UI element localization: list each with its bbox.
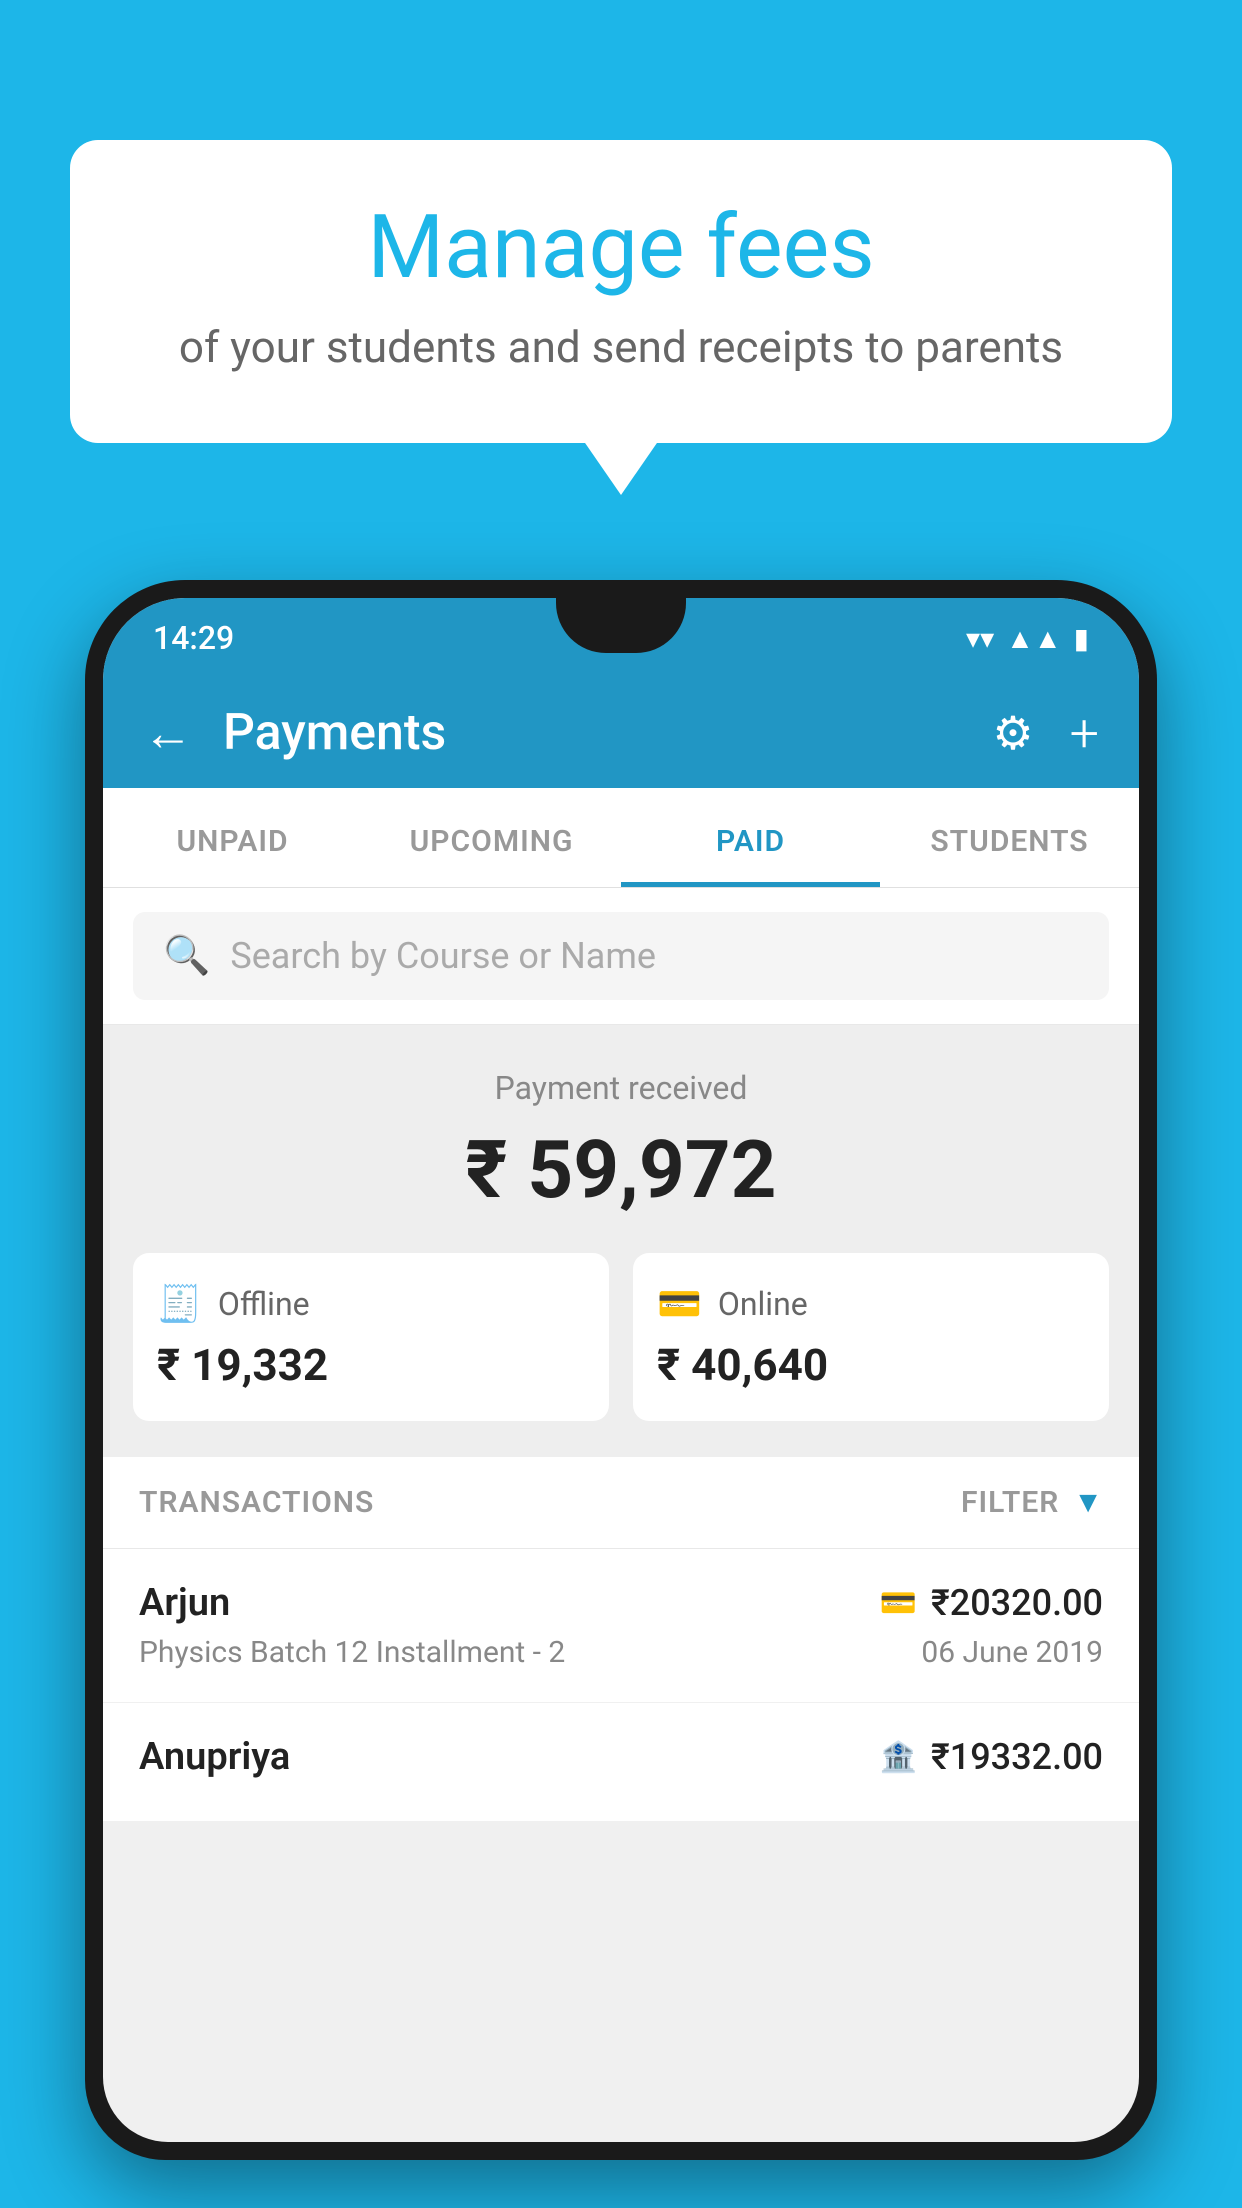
transaction-row-0-top: Arjun 💳 ₹20320.00 — [139, 1581, 1103, 1625]
notch — [556, 598, 686, 653]
search-bar[interactable]: 🔍 Search by Course or Name — [133, 912, 1109, 1000]
search-container: 🔍 Search by Course or Name — [103, 888, 1139, 1025]
transaction-method-icon-1: 🏦 — [880, 1740, 917, 1775]
tab-unpaid[interactable]: UNPAID — [103, 788, 362, 887]
transaction-method-icon-0: 💳 — [880, 1586, 917, 1621]
payment-received-label: Payment received — [133, 1069, 1109, 1107]
bubble-title: Manage fees — [150, 200, 1092, 297]
transaction-amount-0: ₹20320.00 — [931, 1582, 1103, 1624]
offline-icon: 🧾 — [157, 1283, 202, 1325]
online-card: 💳 Online ₹ 40,640 — [633, 1253, 1109, 1421]
filter-icon: ▼ — [1073, 1485, 1103, 1520]
transactions-label: TRANSACTIONS — [139, 1485, 374, 1520]
status-bar: 14:29 ▾▾ ▲▲ ▮ — [103, 598, 1139, 678]
payment-total-amount: ₹ 59,972 — [133, 1123, 1109, 1217]
transaction-amount-area-1: 🏦 ₹19332.00 — [880, 1736, 1103, 1778]
offline-card: 🧾 Offline ₹ 19,332 — [133, 1253, 609, 1421]
add-icon[interactable]: + — [1070, 703, 1099, 764]
transaction-amount-area-0: 💳 ₹20320.00 — [880, 1582, 1103, 1624]
tab-upcoming[interactable]: UPCOMING — [362, 788, 621, 887]
status-icons: ▾▾ ▲▲ ▮ — [966, 622, 1089, 655]
phone-inner: 14:29 ▾▾ ▲▲ ▮ ← Payments ⚙ + — [103, 598, 1139, 2142]
transaction-row-0-bottom: Physics Batch 12 Installment - 2 06 June… — [139, 1635, 1103, 1670]
bubble-subtitle: of your students and send receipts to pa… — [150, 321, 1092, 373]
filter-container[interactable]: FILTER ▼ — [961, 1485, 1103, 1520]
search-icon: 🔍 — [163, 934, 210, 978]
header-left: ← Payments — [143, 704, 446, 763]
payment-summary: Payment received ₹ 59,972 🧾 Offline ₹ 19… — [103, 1025, 1139, 1457]
page-title: Payments — [223, 704, 446, 762]
battery-icon: ▮ — [1074, 622, 1089, 655]
transaction-course-0: Physics Batch 12 Installment - 2 — [139, 1635, 565, 1670]
offline-amount: ₹ 19,332 — [157, 1339, 585, 1391]
wifi-icon: ▾▾ — [966, 622, 994, 655]
tab-students[interactable]: STUDENTS — [880, 788, 1139, 887]
back-button[interactable]: ← — [143, 704, 193, 763]
tabs-container: UNPAID UPCOMING PAID STUDENTS — [103, 788, 1139, 888]
payment-cards: 🧾 Offline ₹ 19,332 💳 Online ₹ 40,640 — [133, 1253, 1109, 1421]
transaction-amount-1: ₹19332.00 — [931, 1736, 1103, 1778]
online-amount: ₹ 40,640 — [657, 1339, 1085, 1391]
app-header: ← Payments ⚙ + — [103, 678, 1139, 788]
transaction-name-1: Anupriya — [139, 1735, 290, 1779]
transaction-date-0: 06 June 2019 — [921, 1635, 1103, 1670]
speech-bubble-container: Manage fees of your students and send re… — [70, 140, 1172, 443]
header-right: ⚙ + — [992, 703, 1099, 764]
filter-label: FILTER — [961, 1485, 1059, 1520]
status-time: 14:29 — [153, 619, 234, 657]
transaction-row-1-top: Anupriya 🏦 ₹19332.00 — [139, 1735, 1103, 1779]
online-card-header: 💳 Online — [657, 1283, 1085, 1325]
phone-outer: 14:29 ▾▾ ▲▲ ▮ ← Payments ⚙ + — [85, 580, 1157, 2160]
transaction-row-1[interactable]: Anupriya 🏦 ₹19332.00 — [103, 1703, 1139, 1822]
speech-bubble: Manage fees of your students and send re… — [70, 140, 1172, 443]
offline-card-header: 🧾 Offline — [157, 1283, 585, 1325]
online-label: Online — [718, 1285, 808, 1323]
signal-icon: ▲▲ — [1006, 622, 1061, 655]
search-placeholder: Search by Course or Name — [230, 935, 656, 977]
gear-icon[interactable]: ⚙ — [992, 706, 1033, 761]
tab-paid[interactable]: PAID — [621, 788, 880, 887]
transaction-name-0: Arjun — [139, 1581, 230, 1625]
offline-label: Offline — [218, 1285, 310, 1323]
transaction-row-0[interactable]: Arjun 💳 ₹20320.00 Physics Batch 12 Insta… — [103, 1549, 1139, 1703]
phone-container: 14:29 ▾▾ ▲▲ ▮ ← Payments ⚙ + — [85, 580, 1157, 2208]
online-icon: 💳 — [657, 1283, 702, 1325]
transactions-header: TRANSACTIONS FILTER ▼ — [103, 1457, 1139, 1549]
